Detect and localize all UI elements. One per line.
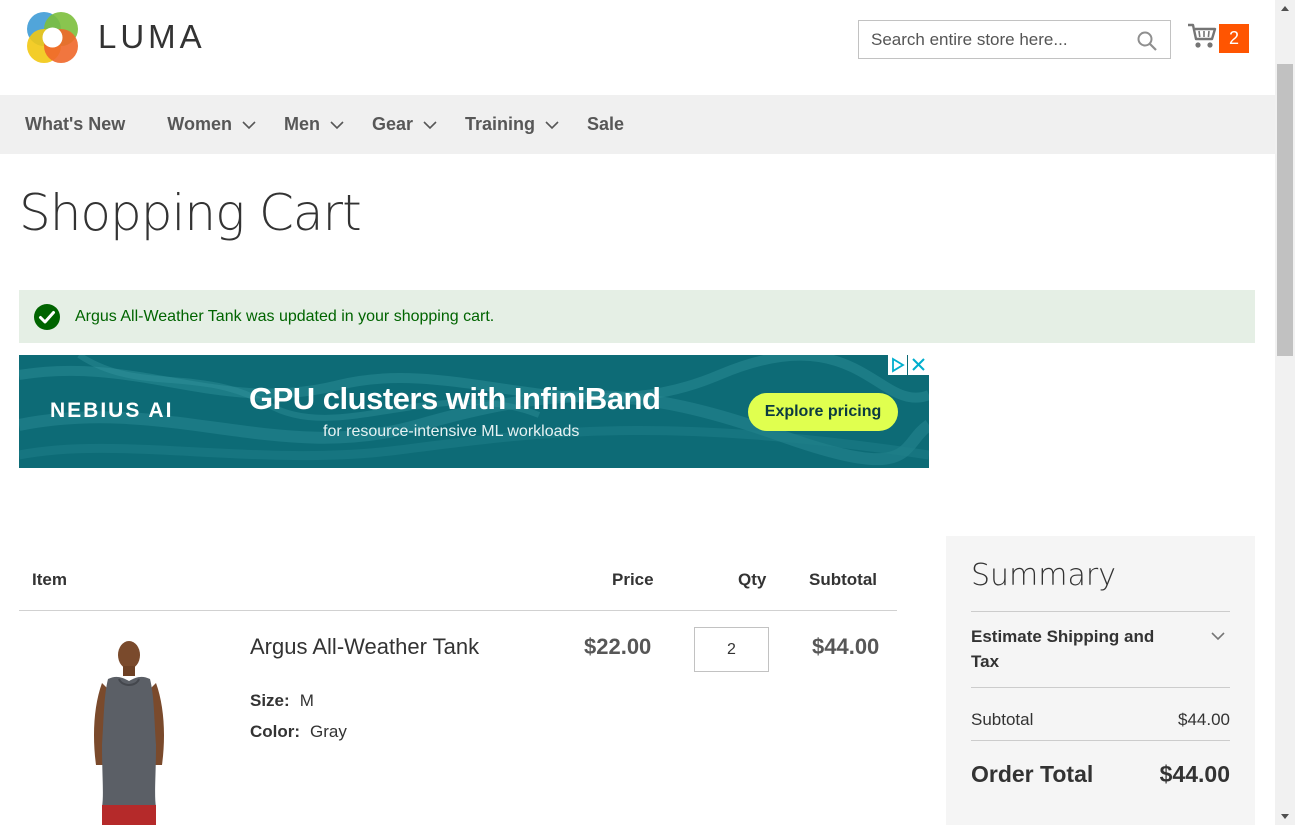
search-icon[interactable]: [1136, 30, 1158, 52]
site-header: LUMA 2: [0, 0, 1275, 95]
search-input[interactable]: [859, 21, 1129, 58]
minicart-button[interactable]: 2: [1187, 22, 1252, 56]
scrollbar-thumb[interactable]: [1277, 64, 1293, 356]
success-message: Argus All-Weather Tank was updated in yo…: [19, 290, 1255, 343]
nav-item-whats-new[interactable]: What's New: [25, 114, 125, 135]
order-summary: Summary Estimate Shipping and Tax Subtot…: [946, 536, 1255, 825]
logo-text: LUMA: [98, 18, 206, 55]
subtotal-value: $44.00: [1178, 710, 1230, 729]
cart-count-badge: 2: [1219, 24, 1249, 53]
page-title: Shopping Cart: [19, 184, 362, 242]
nav-item-label: Men: [283, 114, 320, 134]
product-image[interactable]: [74, 635, 184, 825]
item-subtotal: $44.00: [812, 634, 880, 659]
quantity-input[interactable]: 2: [694, 627, 769, 672]
summary-divider: [971, 687, 1230, 688]
nav-item-label: Gear: [371, 114, 413, 134]
column-header-qty: Qty: [738, 570, 767, 589]
summary-divider: [971, 611, 1230, 612]
luma-logo-icon: [27, 12, 78, 63]
column-header-subtotal: Subtotal: [809, 570, 877, 589]
item-price: $22.00: [584, 634, 652, 659]
cart-icon: [1188, 23, 1217, 48]
column-header-price: Price: [612, 570, 654, 589]
ad-brand: NEBIUS AI: [50, 399, 174, 422]
checkmark-circle-icon: [34, 303, 60, 330]
summary-divider: [971, 740, 1230, 741]
option-label: Size:: [250, 691, 290, 710]
ad-headline: GPU clusters with InfiniBand: [249, 381, 661, 416]
chevron-down-icon: [242, 120, 256, 129]
subtotal-label: Subtotal: [971, 710, 1034, 729]
header-divider: [19, 610, 897, 611]
nav-item-label: Training: [465, 114, 536, 134]
order-total-value: $44.00: [1159, 761, 1230, 787]
product-name-link[interactable]: Argus All-Weather Tank: [250, 634, 479, 660]
nav-item-gear[interactable]: Gear: [372, 114, 437, 135]
ad-subline: for resource-intensive ML workloads: [323, 423, 580, 440]
column-header-item: Item: [32, 570, 67, 589]
option-value: Gray: [310, 722, 347, 741]
chevron-down-icon: [1211, 632, 1225, 641]
search-box: [858, 20, 1171, 59]
chevron-down-icon: [545, 120, 559, 129]
scroll-down-arrow-icon[interactable]: [1281, 814, 1289, 819]
nav-item-men[interactable]: Men: [284, 114, 344, 135]
close-icon[interactable]: [908, 355, 929, 375]
option-value: M: [299, 691, 314, 710]
scroll-up-arrow-icon[interactable]: [1281, 6, 1289, 11]
store-logo[interactable]: LUMA: [25, 9, 206, 65]
summary-title: Summary: [971, 558, 1116, 593]
estimate-shipping-label: Estimate Shipping and Tax: [971, 627, 1155, 671]
chevron-down-icon: [423, 120, 437, 129]
product-option-color: Color: Gray: [250, 722, 347, 742]
option-label: Color:: [250, 722, 301, 741]
nav-item-label: Women: [167, 114, 232, 134]
nav-item-women[interactable]: Women: [167, 114, 256, 135]
ad-cta-button[interactable]: Explore pricing: [748, 393, 898, 431]
nav-item-training[interactable]: Training: [465, 114, 559, 135]
product-option-size: Size: M: [250, 691, 314, 711]
message-text: Argus All-Weather Tank was updated in yo…: [75, 307, 495, 325]
adchoices-icon[interactable]: [888, 355, 907, 375]
ad-banner[interactable]: NEBIUS AI GPU clusters with InfiniBand f…: [19, 355, 929, 468]
nav-item-label: What's New: [25, 114, 126, 134]
main-navigation: What's New Women Men Gear Training Sale: [0, 95, 1275, 154]
nav-item-label: Sale: [587, 114, 625, 134]
chevron-down-icon: [330, 120, 344, 129]
order-total-label: Order Total: [971, 761, 1094, 787]
page-scrollbar[interactable]: [1275, 0, 1295, 825]
nav-item-sale[interactable]: Sale: [587, 114, 624, 135]
